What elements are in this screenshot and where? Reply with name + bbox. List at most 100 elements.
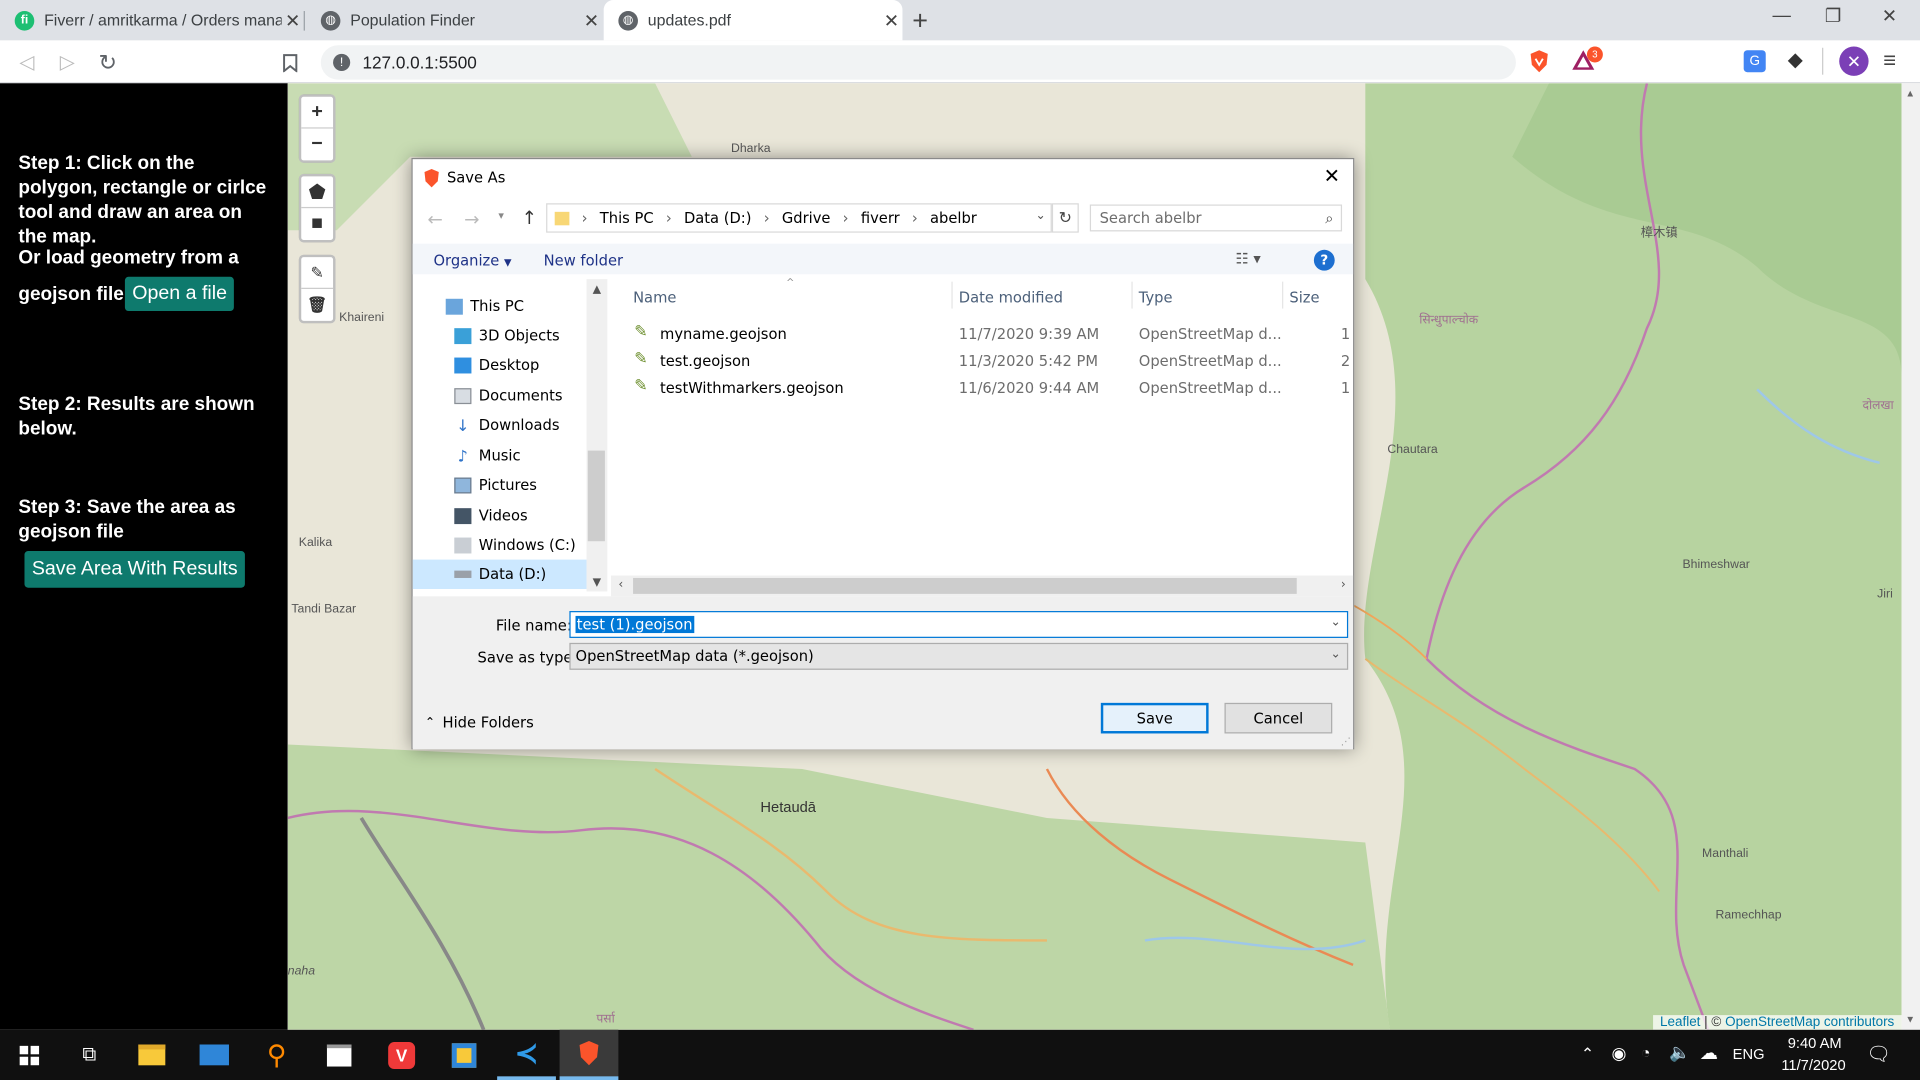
- tree-item-data-d[interactable]: Data (D:): [412, 559, 587, 589]
- leaflet-link[interactable]: Leaflet: [1660, 1015, 1700, 1030]
- scroll-up-icon[interactable]: ▲: [1905, 88, 1915, 99]
- minimize-icon[interactable]: —: [1753, 5, 1809, 26]
- tree-item-music[interactable]: ♪ Music: [454, 441, 608, 470]
- back-icon[interactable]: ◁: [12, 48, 41, 77]
- view-options-icon[interactable]: ☷ ▾: [1236, 250, 1261, 267]
- start-icon[interactable]: [0, 1030, 59, 1080]
- recent-locations-icon[interactable]: ▾: [498, 211, 504, 223]
- column-size[interactable]: Size: [1289, 289, 1319, 306]
- file-name-dropdown-icon[interactable]: ⌄: [1331, 616, 1341, 629]
- address-bar[interactable]: ! 127.0.0.1:5500: [320, 45, 1516, 80]
- tree-item-documents[interactable]: Documents: [454, 381, 608, 410]
- save-button[interactable]: Save: [1100, 702, 1209, 734]
- file-row[interactable]: ✎ testWithmarkers.geojson 11/6/2020 9:44…: [631, 375, 1356, 402]
- address-dropdown-icon[interactable]: ⌄: [1035, 209, 1045, 222]
- new-tab-icon[interactable]: +: [912, 5, 928, 37]
- draw-polygon-icon[interactable]: ⬟: [301, 176, 334, 209]
- back-arrow-icon[interactable]: ←: [427, 208, 442, 230]
- volume-icon[interactable]: 🔈: [1669, 1042, 1690, 1063]
- store-icon[interactable]: [310, 1030, 369, 1080]
- tree-item-3d-objects[interactable]: 3D Objects: [454, 321, 608, 350]
- close-window-icon[interactable]: ✕: [1861, 5, 1917, 27]
- tree-item-windows-c[interactable]: Windows (C:): [454, 530, 608, 559]
- brave-shields-icon[interactable]: [1528, 49, 1550, 80]
- tree-scrollbar[interactable]: ▲ ▼: [586, 279, 608, 592]
- up-arrow-icon[interactable]: ↑: [522, 207, 537, 229]
- tree-item-desktop[interactable]: Desktop: [454, 350, 608, 379]
- column-type[interactable]: Type: [1139, 289, 1173, 306]
- breadcrumb-fiverr[interactable]: fiverr: [861, 209, 900, 226]
- resize-grip-icon[interactable]: ⋰: [1341, 736, 1351, 747]
- file-list-hscrollbar[interactable]: ‹ ›: [611, 575, 1354, 597]
- scroll-down-icon[interactable]: ▼: [1905, 1014, 1915, 1025]
- file-name-input[interactable]: test (1).geojson ⌄: [569, 611, 1349, 638]
- ethereum-icon[interactable]: ◆: [1788, 48, 1803, 72]
- tree-item-this-pc[interactable]: This PC: [445, 291, 609, 320]
- task-view-icon[interactable]: ⧉: [60, 1030, 119, 1080]
- close-tab-icon[interactable]: ✕: [580, 9, 602, 31]
- organize-menu[interactable]: Organize ▼: [433, 252, 511, 269]
- forward-icon[interactable]: ▷: [53, 48, 82, 77]
- notifications-icon[interactable]: 🗨: [1866, 1042, 1891, 1066]
- save-type-dropdown-icon[interactable]: ⌄: [1331, 648, 1341, 661]
- menu-icon[interactable]: ≡: [1883, 48, 1896, 74]
- reload-icon[interactable]: ↻: [93, 48, 122, 77]
- save-area-button[interactable]: Save Area With Results: [24, 551, 245, 588]
- zoom-out-button[interactable]: −: [301, 129, 333, 161]
- bookmark-icon[interactable]: [276, 48, 305, 77]
- osm-link[interactable]: OpenStreetMap contributors: [1725, 1015, 1894, 1030]
- tab-fiverr[interactable]: fi Fiverr / amritkarma / Orders mana ✕: [0, 0, 304, 40]
- hscroll-thumb[interactable]: [633, 577, 1297, 594]
- language-indicator[interactable]: ENG: [1733, 1046, 1765, 1063]
- forward-arrow-icon[interactable]: →: [464, 208, 479, 230]
- file-explorer-icon[interactable]: [122, 1030, 181, 1080]
- tab-population-finder[interactable]: ◍ Population Finder ✕: [306, 0, 602, 40]
- save-type-select[interactable]: OpenStreetMap data (*.geojson) ⌄: [569, 642, 1349, 670]
- chevron-up-icon[interactable]: ⌃: [1581, 1044, 1594, 1064]
- mail-icon[interactable]: [185, 1030, 244, 1080]
- tree-item-downloads[interactable]: ↓ Downloads: [454, 410, 608, 439]
- translate-icon[interactable]: G: [1743, 50, 1766, 73]
- new-folder-button[interactable]: New folder: [544, 252, 623, 269]
- cancel-button[interactable]: Cancel: [1224, 702, 1333, 734]
- zoom-in-button[interactable]: +: [301, 97, 334, 129]
- breadcrumb-data-d[interactable]: Data (D:): [684, 209, 752, 226]
- file-row[interactable]: ✎ myname.geojson 11/7/2020 9:39 AM OpenS…: [631, 321, 1356, 348]
- breadcrumb-abelbr[interactable]: abelbr: [930, 209, 977, 226]
- brave-taskbar-icon[interactable]: [559, 1029, 619, 1080]
- draw-rectangle-icon[interactable]: ■: [301, 208, 333, 240]
- search-app-icon[interactable]: ⚲: [247, 1030, 306, 1080]
- vivaldi-icon[interactable]: V: [372, 1030, 431, 1080]
- tree-scroll-thumb[interactable]: [587, 450, 605, 542]
- cloud-icon[interactable]: ☁: [1700, 1042, 1718, 1064]
- open-file-button[interactable]: Open a file: [124, 276, 235, 312]
- tray-app-icon[interactable]: ◉: [1611, 1043, 1626, 1064]
- edit-layers-icon[interactable]: ✎: [301, 257, 334, 289]
- page-scrollbar[interactable]: ▲ ▼: [1901, 83, 1920, 1030]
- dialog-address-bar[interactable]: › This PC › Data (D:) › Gdrive › fiverr …: [546, 203, 1052, 233]
- tree-item-videos[interactable]: Videos: [454, 501, 608, 530]
- site-info-icon[interactable]: !: [333, 53, 351, 72]
- vscode-icon[interactable]: ≺: [497, 1030, 556, 1080]
- clock-date[interactable]: 11/7/2020: [1776, 1057, 1852, 1074]
- close-tab-icon[interactable]: ✕: [282, 9, 304, 31]
- hide-folders-toggle[interactable]: ⌃ Hide Folders: [425, 714, 534, 731]
- breadcrumb-gdrive[interactable]: Gdrive: [782, 209, 831, 226]
- wifi-icon[interactable]: ◔: [1641, 1043, 1651, 1061]
- column-name[interactable]: Name: [633, 289, 676, 306]
- search-field[interactable]: Search abelbr ⌕: [1089, 204, 1343, 232]
- refresh-icon[interactable]: ↻: [1051, 203, 1079, 233]
- clock-time[interactable]: 9:40 AM: [1778, 1035, 1851, 1052]
- delete-layers-icon[interactable]: 🗑: [301, 289, 333, 321]
- help-icon[interactable]: ?: [1313, 249, 1335, 271]
- breadcrumb-this-pc[interactable]: This PC: [600, 209, 654, 226]
- profile-avatar[interactable]: ✕: [1839, 46, 1869, 76]
- close-tab-icon[interactable]: ✕: [880, 9, 902, 31]
- dialog-close-icon[interactable]: ✕: [1324, 164, 1340, 187]
- taskbar-app-icon[interactable]: [435, 1030, 494, 1080]
- column-date[interactable]: Date modified: [959, 289, 1063, 306]
- file-row[interactable]: ✎ test.geojson 11/3/2020 5:42 PM OpenStr…: [631, 348, 1356, 375]
- tree-item-pictures[interactable]: Pictures: [454, 470, 608, 499]
- maximize-icon[interactable]: ❐: [1805, 5, 1861, 27]
- tab-updates-pdf[interactable]: ◍ updates.pdf ✕: [603, 0, 903, 41]
